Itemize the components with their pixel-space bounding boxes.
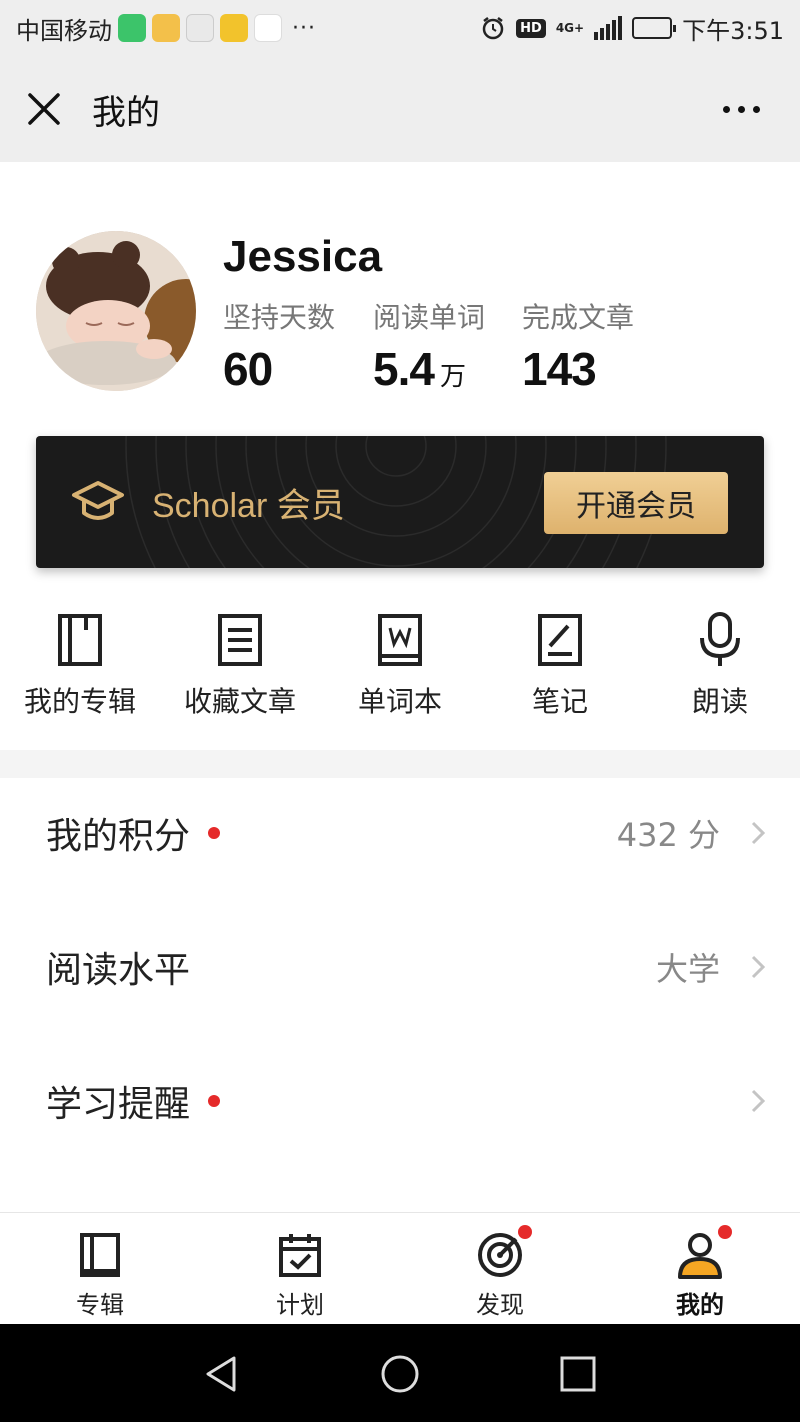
user-icon — [678, 1233, 722, 1279]
avatar-image — [36, 231, 196, 391]
membership-card[interactable]: Scholar 会员 开通会员 — [36, 436, 764, 568]
carrier-name: 中国移动 — [16, 16, 112, 45]
status-bar: 中国移动 ··· HD 4G+ 下午3:51 — [0, 0, 800, 56]
quick-action-label: 单词本 — [357, 685, 442, 718]
nav-bar: 我的 — [0, 56, 800, 162]
list-item-reminder[interactable]: 学习提醒 — [0, 1034, 800, 1168]
chevron-right-icon — [751, 1089, 766, 1113]
chevron-right-icon — [751, 955, 766, 979]
hd-badge: HD — [516, 18, 546, 38]
notification-dot — [518, 1225, 532, 1239]
page-title: 我的 — [92, 92, 160, 133]
stat-value: 5.4 万 — [373, 343, 466, 395]
list-item-value: 大学 — [655, 950, 720, 988]
bottom-tab-bar: 专辑 计划 发现 我的 — [0, 1212, 800, 1324]
chevron-right-icon — [751, 821, 766, 845]
avatar[interactable] — [36, 231, 196, 391]
battery-icon — [632, 17, 677, 39]
app-notification-icon — [220, 14, 248, 42]
stat-label: 完成文章 — [522, 301, 635, 334]
quick-action-notes[interactable]: 笔记 — [480, 612, 640, 720]
notification-dot — [208, 1095, 221, 1107]
tab-label: 我的 — [676, 1291, 724, 1319]
wordbook-icon — [378, 614, 422, 666]
tab-discover[interactable]: 发现 — [400, 1213, 600, 1325]
stat-words: 阅读单词 5.4 万 — [373, 296, 513, 396]
album-icon — [58, 614, 102, 666]
list-item-points[interactable]: 我的积分 432 分 — [0, 766, 800, 900]
tab-album[interactable]: 专辑 — [0, 1213, 200, 1325]
stat-label: 坚持天数 — [223, 301, 336, 334]
list-item-label: 阅读水平 — [46, 950, 191, 991]
stat-days: 坚持天数 60 — [223, 296, 363, 396]
calendar-icon — [279, 1234, 321, 1277]
status-time: 下午3:51 — [682, 16, 784, 45]
more-icon[interactable] — [723, 105, 760, 113]
quick-action-favorites[interactable]: 收藏文章 — [160, 612, 320, 720]
signal-icon — [594, 16, 623, 40]
quick-action-label: 收藏文章 — [183, 685, 296, 718]
list-item-label: 学习提醒 — [46, 1084, 191, 1125]
quick-actions: 我的专辑 收藏文章 单词本 笔记 朗读 — [0, 612, 800, 722]
more-notifications-icon: ··· — [292, 15, 316, 41]
app-notification-icon — [254, 14, 282, 42]
status-left: 中国移动 ··· — [16, 11, 316, 46]
user-name: Jessica — [223, 232, 383, 281]
system-navigation-bar — [0, 1324, 800, 1422]
quick-action-label: 我的专辑 — [23, 685, 136, 718]
app-notification-icon — [118, 14, 146, 42]
tab-label: 发现 — [476, 1291, 524, 1319]
tab-mine[interactable]: 我的 — [600, 1213, 800, 1325]
notification-dot — [718, 1225, 732, 1239]
recents-icon[interactable] — [556, 1352, 600, 1396]
user-icon-wrap — [676, 1225, 732, 1279]
stat-value: 60 — [223, 343, 273, 395]
microphone-icon — [700, 612, 740, 666]
stat-label: 阅读单词 — [373, 301, 486, 334]
note-icon — [538, 614, 582, 666]
activate-membership-button[interactable]: 开通会员 — [544, 472, 728, 534]
tab-plan[interactable]: 计划 — [200, 1213, 400, 1325]
membership-label: Scholar 会员 — [152, 486, 345, 525]
target-icon — [478, 1233, 522, 1277]
article-icon — [218, 614, 262, 666]
home-icon[interactable] — [378, 1352, 422, 1396]
quick-action-label: 笔记 — [531, 685, 588, 718]
list-item-reading-level[interactable]: 阅读水平 大学 — [0, 900, 800, 1034]
tab-label: 计划 — [276, 1291, 324, 1319]
stat-articles: 完成文章 143 — [522, 296, 662, 396]
alarm-icon — [482, 17, 504, 40]
graduation-cap-icon — [72, 481, 124, 520]
network-type: 4G+ — [555, 21, 585, 35]
app-notification-icon — [152, 14, 180, 42]
stat-value: 143 — [522, 343, 597, 395]
list-item-value: 432 分 — [616, 816, 720, 854]
quick-action-read-aloud[interactable]: 朗读 — [640, 612, 800, 720]
app-notification-icon — [186, 14, 214, 42]
quick-action-album[interactable]: 我的专辑 — [0, 612, 160, 720]
status-right: HD 4G+ 下午3:51 — [480, 11, 784, 46]
close-icon[interactable] — [26, 91, 62, 127]
target-icon-wrap — [476, 1225, 532, 1279]
album-tab-icon — [80, 1233, 120, 1277]
list-item-label: 我的积分 — [46, 816, 191, 857]
notification-dot — [208, 827, 221, 839]
back-icon[interactable] — [200, 1352, 244, 1396]
quick-action-label: 朗读 — [691, 685, 748, 718]
tab-label: 专辑 — [76, 1291, 124, 1319]
quick-action-wordbook[interactable]: 单词本 — [320, 612, 480, 720]
